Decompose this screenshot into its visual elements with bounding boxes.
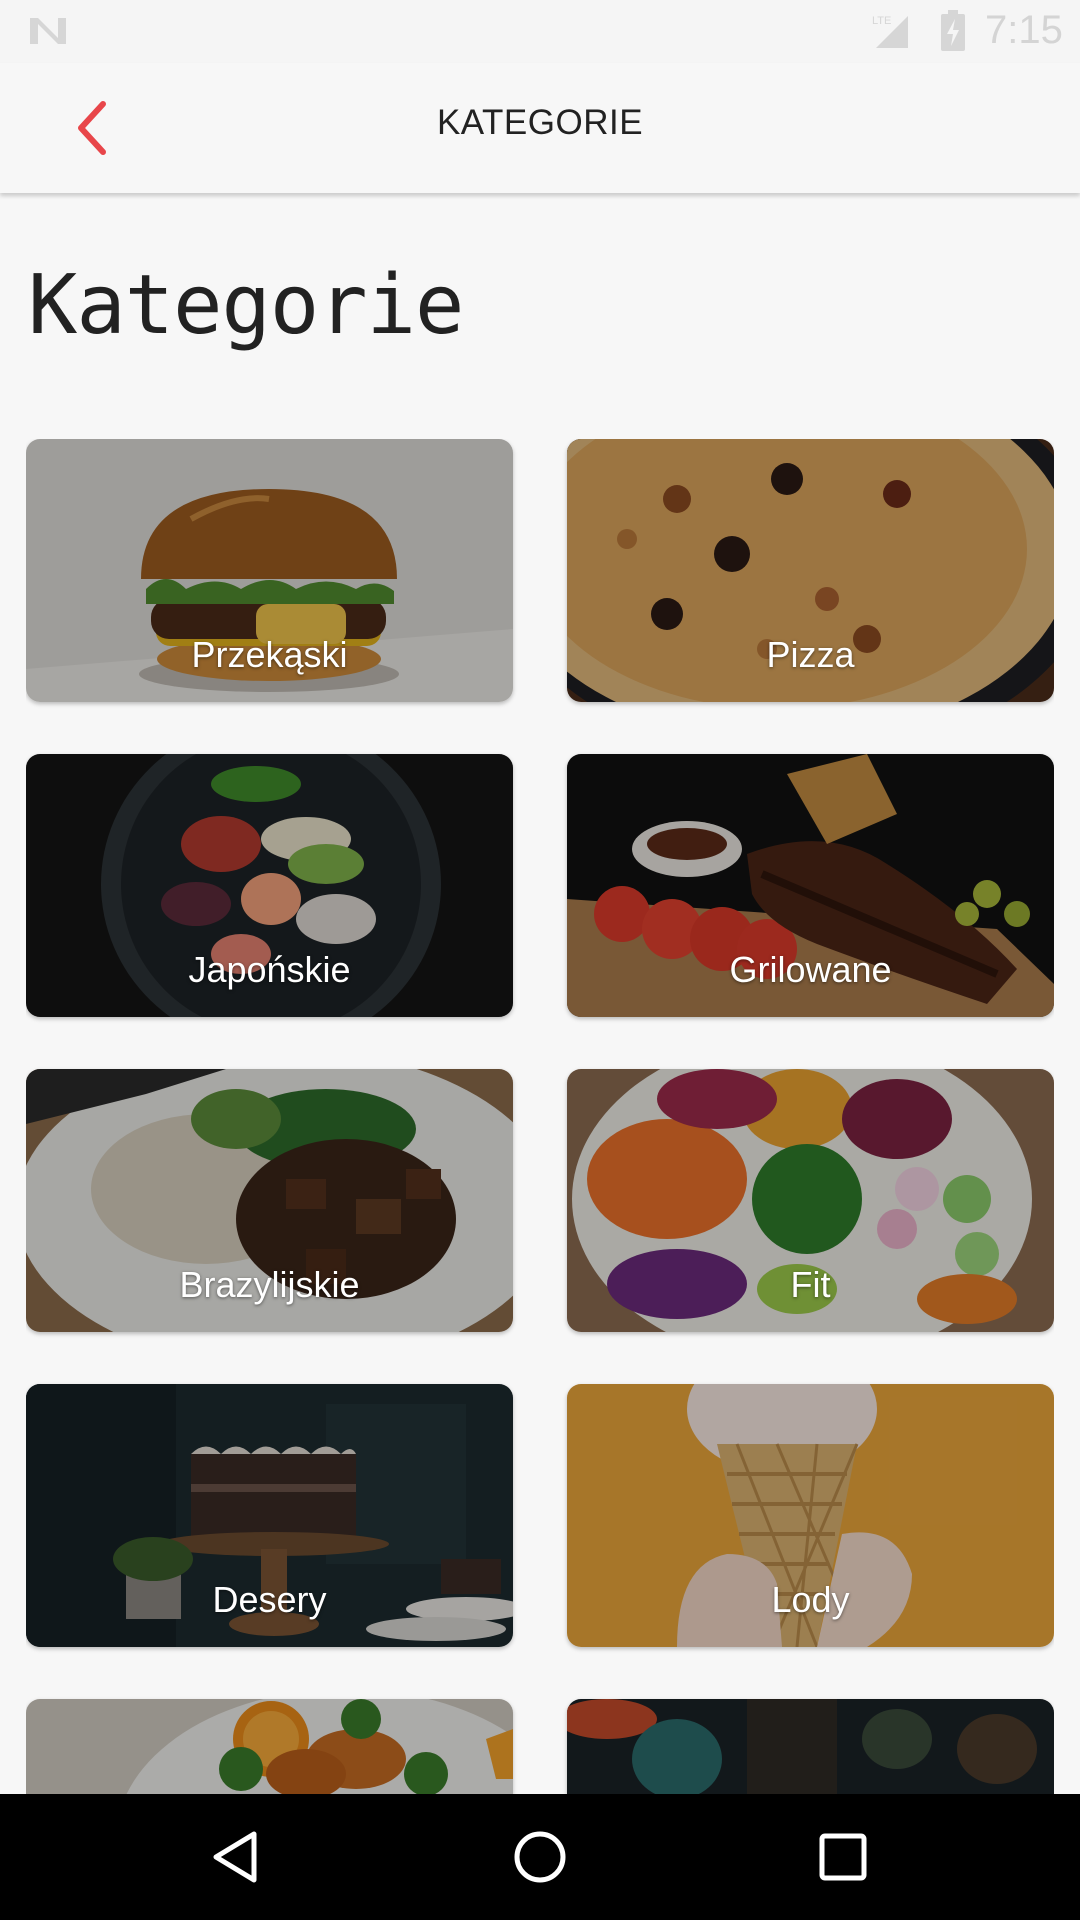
category-label: Grilowane	[729, 949, 892, 990]
category-label: Fit	[790, 1264, 831, 1305]
page-title: Kategorie	[28, 258, 464, 353]
category-card-japonskie[interactable]: Japońskie	[26, 754, 513, 1017]
category-card-fit[interactable]: Fit	[567, 1069, 1054, 1332]
nav-back-button[interactable]	[200, 1822, 270, 1892]
app-bar-title: KATEGORIE	[436, 103, 644, 142]
category-label: Pizza	[766, 634, 855, 675]
battery-charging-icon	[941, 10, 965, 51]
category-card-6[interactable]	[567, 1699, 1054, 1794]
category-label: Przekąski	[191, 634, 348, 675]
back-triangle-icon	[213, 1831, 257, 1883]
category-label: Lody	[771, 1579, 850, 1620]
category-card-pizza[interactable]: Pizza	[567, 439, 1054, 702]
category-label: Japońskie	[188, 949, 351, 990]
category-card-desery[interactable]: Desery	[26, 1384, 513, 1647]
category-grid: Przekąski Pizza Japońskie Grilowane Braz…	[26, 439, 1054, 1794]
network-type: LTE	[872, 15, 891, 27]
category-card-lody[interactable]: Lody	[567, 1384, 1054, 1647]
home-circle-icon	[514, 1831, 566, 1883]
signal-icon: LTE	[872, 15, 908, 48]
nav-home-button[interactable]	[505, 1822, 575, 1892]
category-label: Brazylijskie	[179, 1264, 360, 1305]
notification-n-icon	[30, 18, 66, 44]
category-card-brazylijskie[interactable]: Brazylijskie	[26, 1069, 513, 1332]
recents-square-icon	[819, 1833, 867, 1881]
system-nav-bar	[0, 1794, 1080, 1920]
app-bar: KATEGORIE	[0, 63, 1080, 193]
status-time: 7:15	[985, 8, 1063, 52]
category-card-5[interactable]	[26, 1699, 513, 1794]
category-label: Desery	[212, 1579, 327, 1620]
status-bar: LTE 7:15	[0, 0, 1080, 63]
nav-recents-button[interactable]	[808, 1822, 878, 1892]
category-card-grilowane[interactable]: Grilowane	[567, 754, 1054, 1017]
category-card-przekaski[interactable]: Przekąski	[26, 439, 513, 702]
